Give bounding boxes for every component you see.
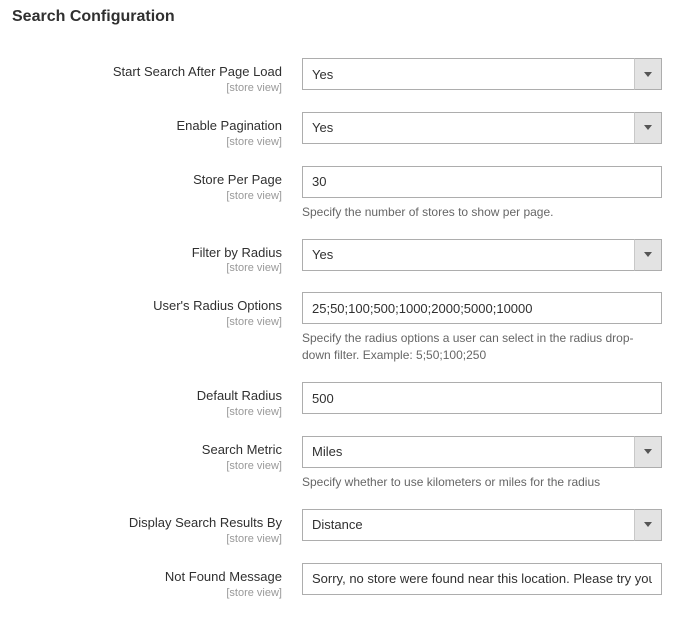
input-default-radius[interactable] [302, 382, 662, 414]
scope-label: [store view] [12, 316, 282, 328]
help-search-metric: Specify whether to use kilometers or mil… [302, 474, 662, 491]
field-store-per-page: Store Per Page [store view] Specify the … [12, 166, 681, 221]
label-users-radius-options: User's Radius Options [store view] [12, 292, 302, 328]
label-enable-pagination: Enable Pagination [store view] [12, 112, 302, 148]
input-store-per-page[interactable] [302, 166, 662, 198]
label-text: Not Found Message [12, 569, 282, 586]
scope-label: [store view] [12, 82, 282, 94]
label-display-results-by: Display Search Results By [store view] [12, 509, 302, 545]
select-search-metric[interactable]: Miles [302, 436, 662, 468]
label-text: User's Radius Options [12, 298, 282, 315]
input-not-found-message[interactable] [302, 563, 662, 595]
input-users-radius-options[interactable] [302, 292, 662, 324]
select-input-search-metric[interactable]: Miles [302, 436, 662, 468]
help-users-radius-options: Specify the radius options a user can se… [302, 330, 662, 364]
label-store-per-page: Store Per Page [store view] [12, 166, 302, 202]
select-input-enable-pagination[interactable]: Yes [302, 112, 662, 144]
scope-label: [store view] [12, 262, 282, 274]
select-input-filter-by-radius[interactable]: Yes [302, 239, 662, 271]
field-display-results-by: Display Search Results By [store view] D… [12, 509, 681, 545]
scope-label: [store view] [12, 190, 282, 202]
select-filter-by-radius[interactable]: Yes [302, 239, 662, 271]
scope-label: [store view] [12, 533, 282, 545]
label-search-metric: Search Metric [store view] [12, 436, 302, 472]
scope-label: [store view] [12, 406, 282, 418]
field-filter-by-radius: Filter by Radius [store view] Yes [12, 239, 681, 275]
label-text: Filter by Radius [12, 245, 282, 262]
label-text: Search Metric [12, 442, 282, 459]
select-display-results-by[interactable]: Distance [302, 509, 662, 541]
label-text: Display Search Results By [12, 515, 282, 532]
label-text: Default Radius [12, 388, 282, 405]
help-store-per-page: Specify the number of stores to show per… [302, 204, 662, 221]
scope-label: [store view] [12, 587, 282, 599]
scope-label: [store view] [12, 460, 282, 472]
label-not-found-message: Not Found Message [store view] [12, 563, 302, 599]
label-filter-by-radius: Filter by Radius [store view] [12, 239, 302, 275]
field-start-search: Start Search After Page Load [store view… [12, 58, 681, 94]
select-input-display-results-by[interactable]: Distance [302, 509, 662, 541]
section-title: Search Configuration [12, 8, 681, 26]
field-enable-pagination: Enable Pagination [store view] Yes [12, 112, 681, 148]
select-input-start-search[interactable]: Yes [302, 58, 662, 90]
label-text: Enable Pagination [12, 118, 282, 135]
label-start-search: Start Search After Page Load [store view… [12, 58, 302, 94]
select-enable-pagination[interactable]: Yes [302, 112, 662, 144]
field-not-found-message: Not Found Message [store view] [12, 563, 681, 599]
field-default-radius: Default Radius [store view] [12, 382, 681, 418]
field-search-metric: Search Metric [store view] Miles Specify… [12, 436, 681, 491]
scope-label: [store view] [12, 136, 282, 148]
select-start-search[interactable]: Yes [302, 58, 662, 90]
label-default-radius: Default Radius [store view] [12, 382, 302, 418]
label-text: Start Search After Page Load [12, 64, 282, 81]
label-text: Store Per Page [12, 172, 282, 189]
field-users-radius-options: User's Radius Options [store view] Speci… [12, 292, 681, 364]
